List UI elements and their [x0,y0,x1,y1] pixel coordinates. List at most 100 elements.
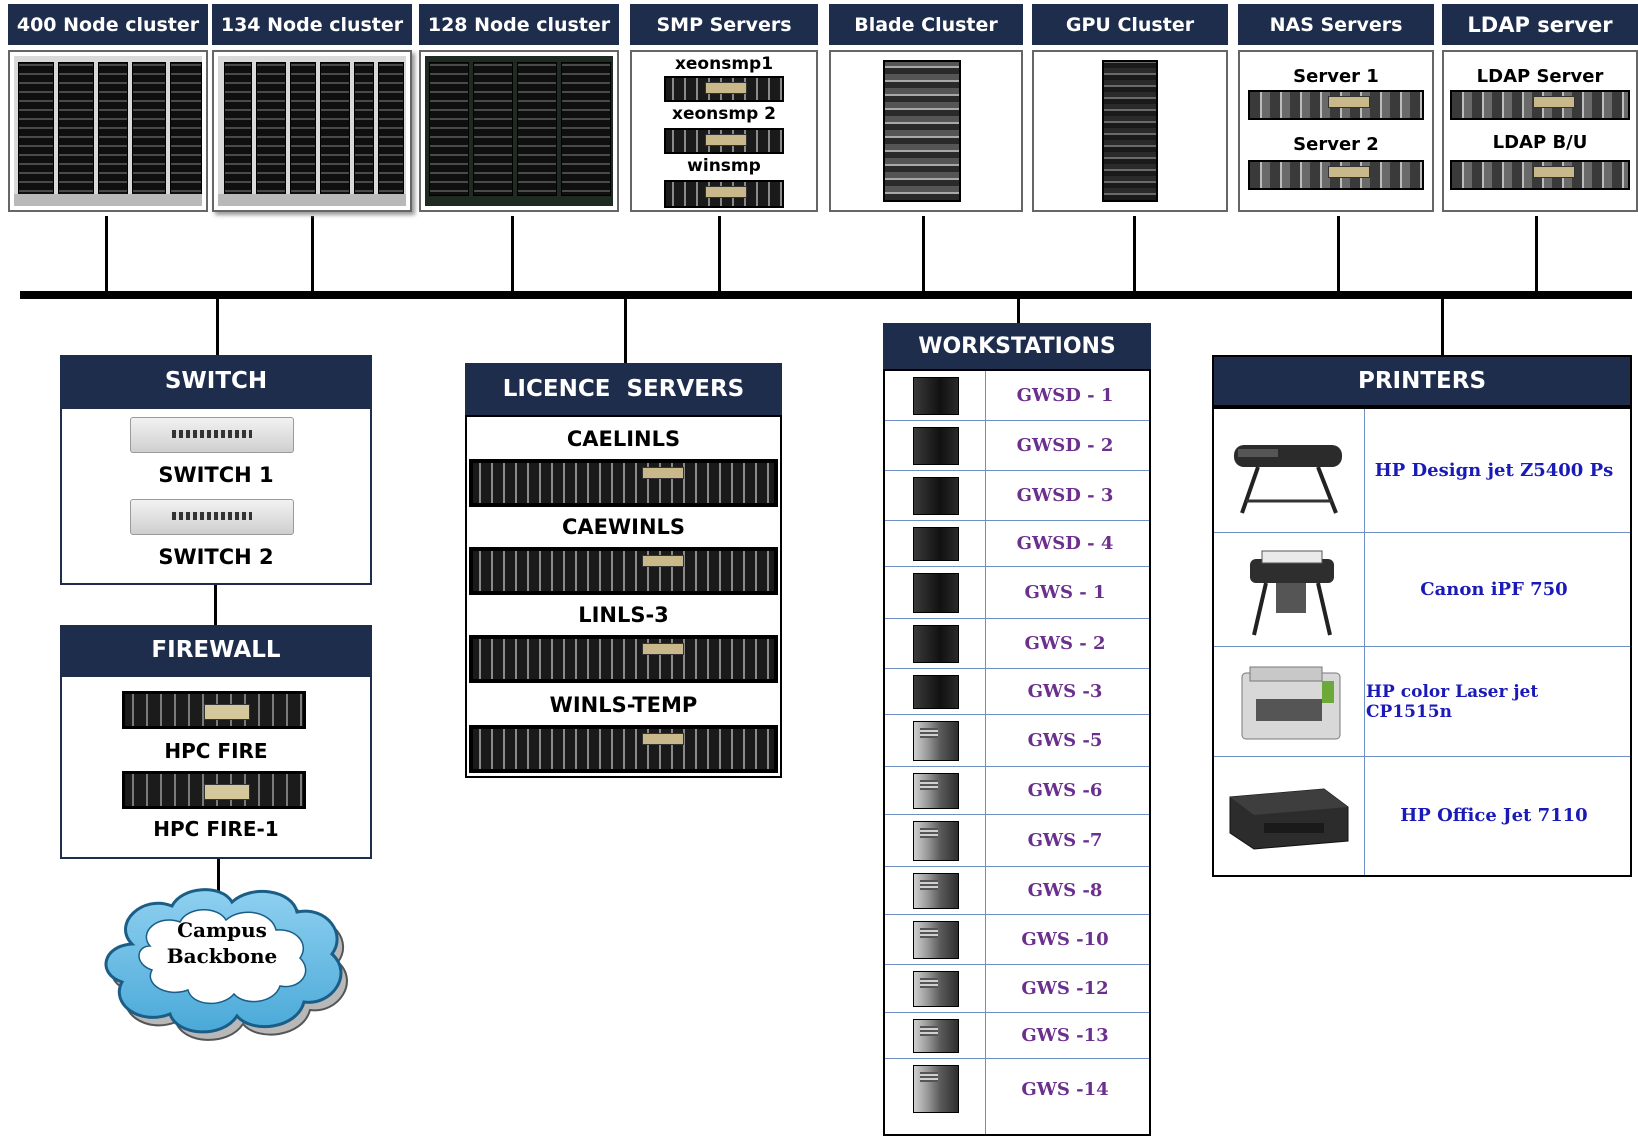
firewall-device-icon [122,691,306,729]
workstations-panel: WORKSTATIONS GWSD - 1 GWSD - 2 GWSD - 3 GWS… [883,323,1151,1136]
workstation-name: GWSD - 2 [1016,435,1114,456]
connector-line [922,216,925,293]
firewall-label: HPC FIRE-1 [153,817,279,841]
backbone-line-2: Backbone [166,944,278,968]
server-unit-icon [469,725,778,773]
black-tower-icon [913,377,959,415]
licence-servers-panel: LICENCE SERVERS CAELINLS CAEWINLS LINLS-… [465,363,782,778]
switch-label: SWITCH 1 [158,463,274,487]
connector-line [216,297,219,357]
silver-tower-icon [913,821,959,861]
workstation-name: GWS -3 [1027,681,1103,702]
server-unit-icon [1248,90,1424,120]
connector-line [718,216,721,293]
laser-printer-icon [1241,666,1341,740]
silver-tower-icon [913,773,959,809]
switch-label: SWITCH 2 [158,545,274,569]
node-128-cluster: 128 Node cluster [419,4,619,212]
workstation-row: GWSD - 1 [885,371,1149,421]
connector-line [1535,216,1538,293]
switch-list: SWITCH 1 SWITCH 2 [60,407,372,585]
workstation-name: GWS -7 [1027,830,1103,851]
wide-format-printer-icon [1250,550,1334,636]
printer-row: HP color Laser jet CP1515n [1214,647,1630,757]
silver-tower-icon [913,971,959,1007]
workstation-name: GWS -6 [1027,780,1103,801]
server-label: Server 2 [1293,134,1379,155]
workstation-row: GWS -6 [885,767,1149,815]
rack-image [14,56,202,206]
smp-server-list: xeonsmp1 xeonsmp 2 winsmp [630,50,818,212]
firewall-panel: FIREWALL HPC FIRE HPC FIRE-1 [60,625,372,859]
licence-server-label: CAELINLS [566,427,681,451]
black-tower-icon [913,675,959,709]
workstation-row: GWS -14 [885,1059,1149,1119]
rack-image [218,56,406,206]
workstation-row: GWSD - 4 [885,521,1149,567]
node-title: NAS Servers [1238,4,1434,45]
workstation-row: GWS -10 [885,915,1149,965]
blade-rack-icon [883,60,961,202]
campus-backbone-label: Campus Backbone [142,917,302,969]
connector-line [1133,216,1136,293]
black-tower-icon [913,527,959,561]
workstation-name: GWS -10 [1021,929,1109,950]
printers-panel: PRINTERS HP Design jet Z5400 Ps Canon iP… [1212,355,1632,877]
workstation-row: GWS - 1 [885,567,1149,619]
node-title: GPU Cluster [1032,4,1228,45]
workstation-name: GWSD - 3 [1016,485,1114,506]
connector-line [1441,297,1444,357]
server-unit-icon [1450,90,1630,120]
printer-list: HP Design jet Z5400 Ps Canon iPF 750 HP … [1212,407,1632,877]
workstation-row: GWSD - 3 [885,471,1149,521]
black-tower-icon [913,573,959,613]
server-label: LDAP B/U [1492,132,1588,153]
server-unit-icon [664,180,784,208]
server-unit-icon [469,635,778,683]
firewall-device-icon [122,771,306,809]
cluster-photo [212,50,412,212]
switch-device-icon [130,417,294,453]
gpu-rack-icon [1102,60,1158,202]
workstation-name: GWSD - 4 [1016,533,1114,554]
silver-tower-icon [913,921,959,959]
server-unit-icon [469,459,778,507]
node-134-cluster: 134 Node cluster [212,4,412,212]
server-label: xeonsmp1 [674,54,774,74]
node-ldap-server: LDAP server LDAP Server LDAP B/U [1442,4,1638,212]
workstation-name: GWSD - 1 [1016,385,1114,406]
connector-line [1017,297,1020,325]
server-unit-icon [1248,160,1424,190]
panel-title: FIREWALL [60,625,372,675]
workstation-name: GWS - 2 [1024,633,1106,654]
silver-tower-icon [913,1065,959,1113]
wide-format-printer-icon [1234,445,1342,514]
server-label: winsmp [687,156,761,176]
inkjet-printer-icon [1229,788,1349,850]
workstation-name: GWS -13 [1021,1025,1109,1046]
connector-line [624,297,627,365]
server-unit-icon [1450,160,1630,190]
server-label: Server 1 [1293,66,1379,87]
panel-title: PRINTERS [1212,355,1632,407]
black-tower-icon [913,427,959,465]
panel-title: WORKSTATIONS [883,323,1151,369]
workstation-row: GWSD - 2 [885,421,1149,471]
node-gpu-cluster: GPU Cluster [1032,4,1228,212]
printer-name: HP Office Jet 7110 [1400,804,1588,826]
backbone-line-1: Campus [177,918,267,942]
black-tower-icon [913,625,959,663]
server-unit-icon [664,128,784,154]
node-title: SMP Servers [630,4,818,45]
node-title: Blade Cluster [829,4,1023,45]
workstation-row: GWS -13 [885,1013,1149,1059]
cluster-photo [829,50,1023,212]
workstation-row: GWS -8 [885,867,1149,915]
printer-name: HP color Laser jet CP1515n [1366,681,1539,722]
server-label: LDAP Server [1476,66,1604,87]
licence-server-label: CAEWINLS [561,515,686,539]
node-blade-cluster: Blade Cluster [829,4,1023,212]
firewall-list: HPC FIRE HPC FIRE-1 [60,675,372,859]
workstation-name: GWS -12 [1021,978,1109,999]
workstation-name: GWS -8 [1027,880,1103,901]
